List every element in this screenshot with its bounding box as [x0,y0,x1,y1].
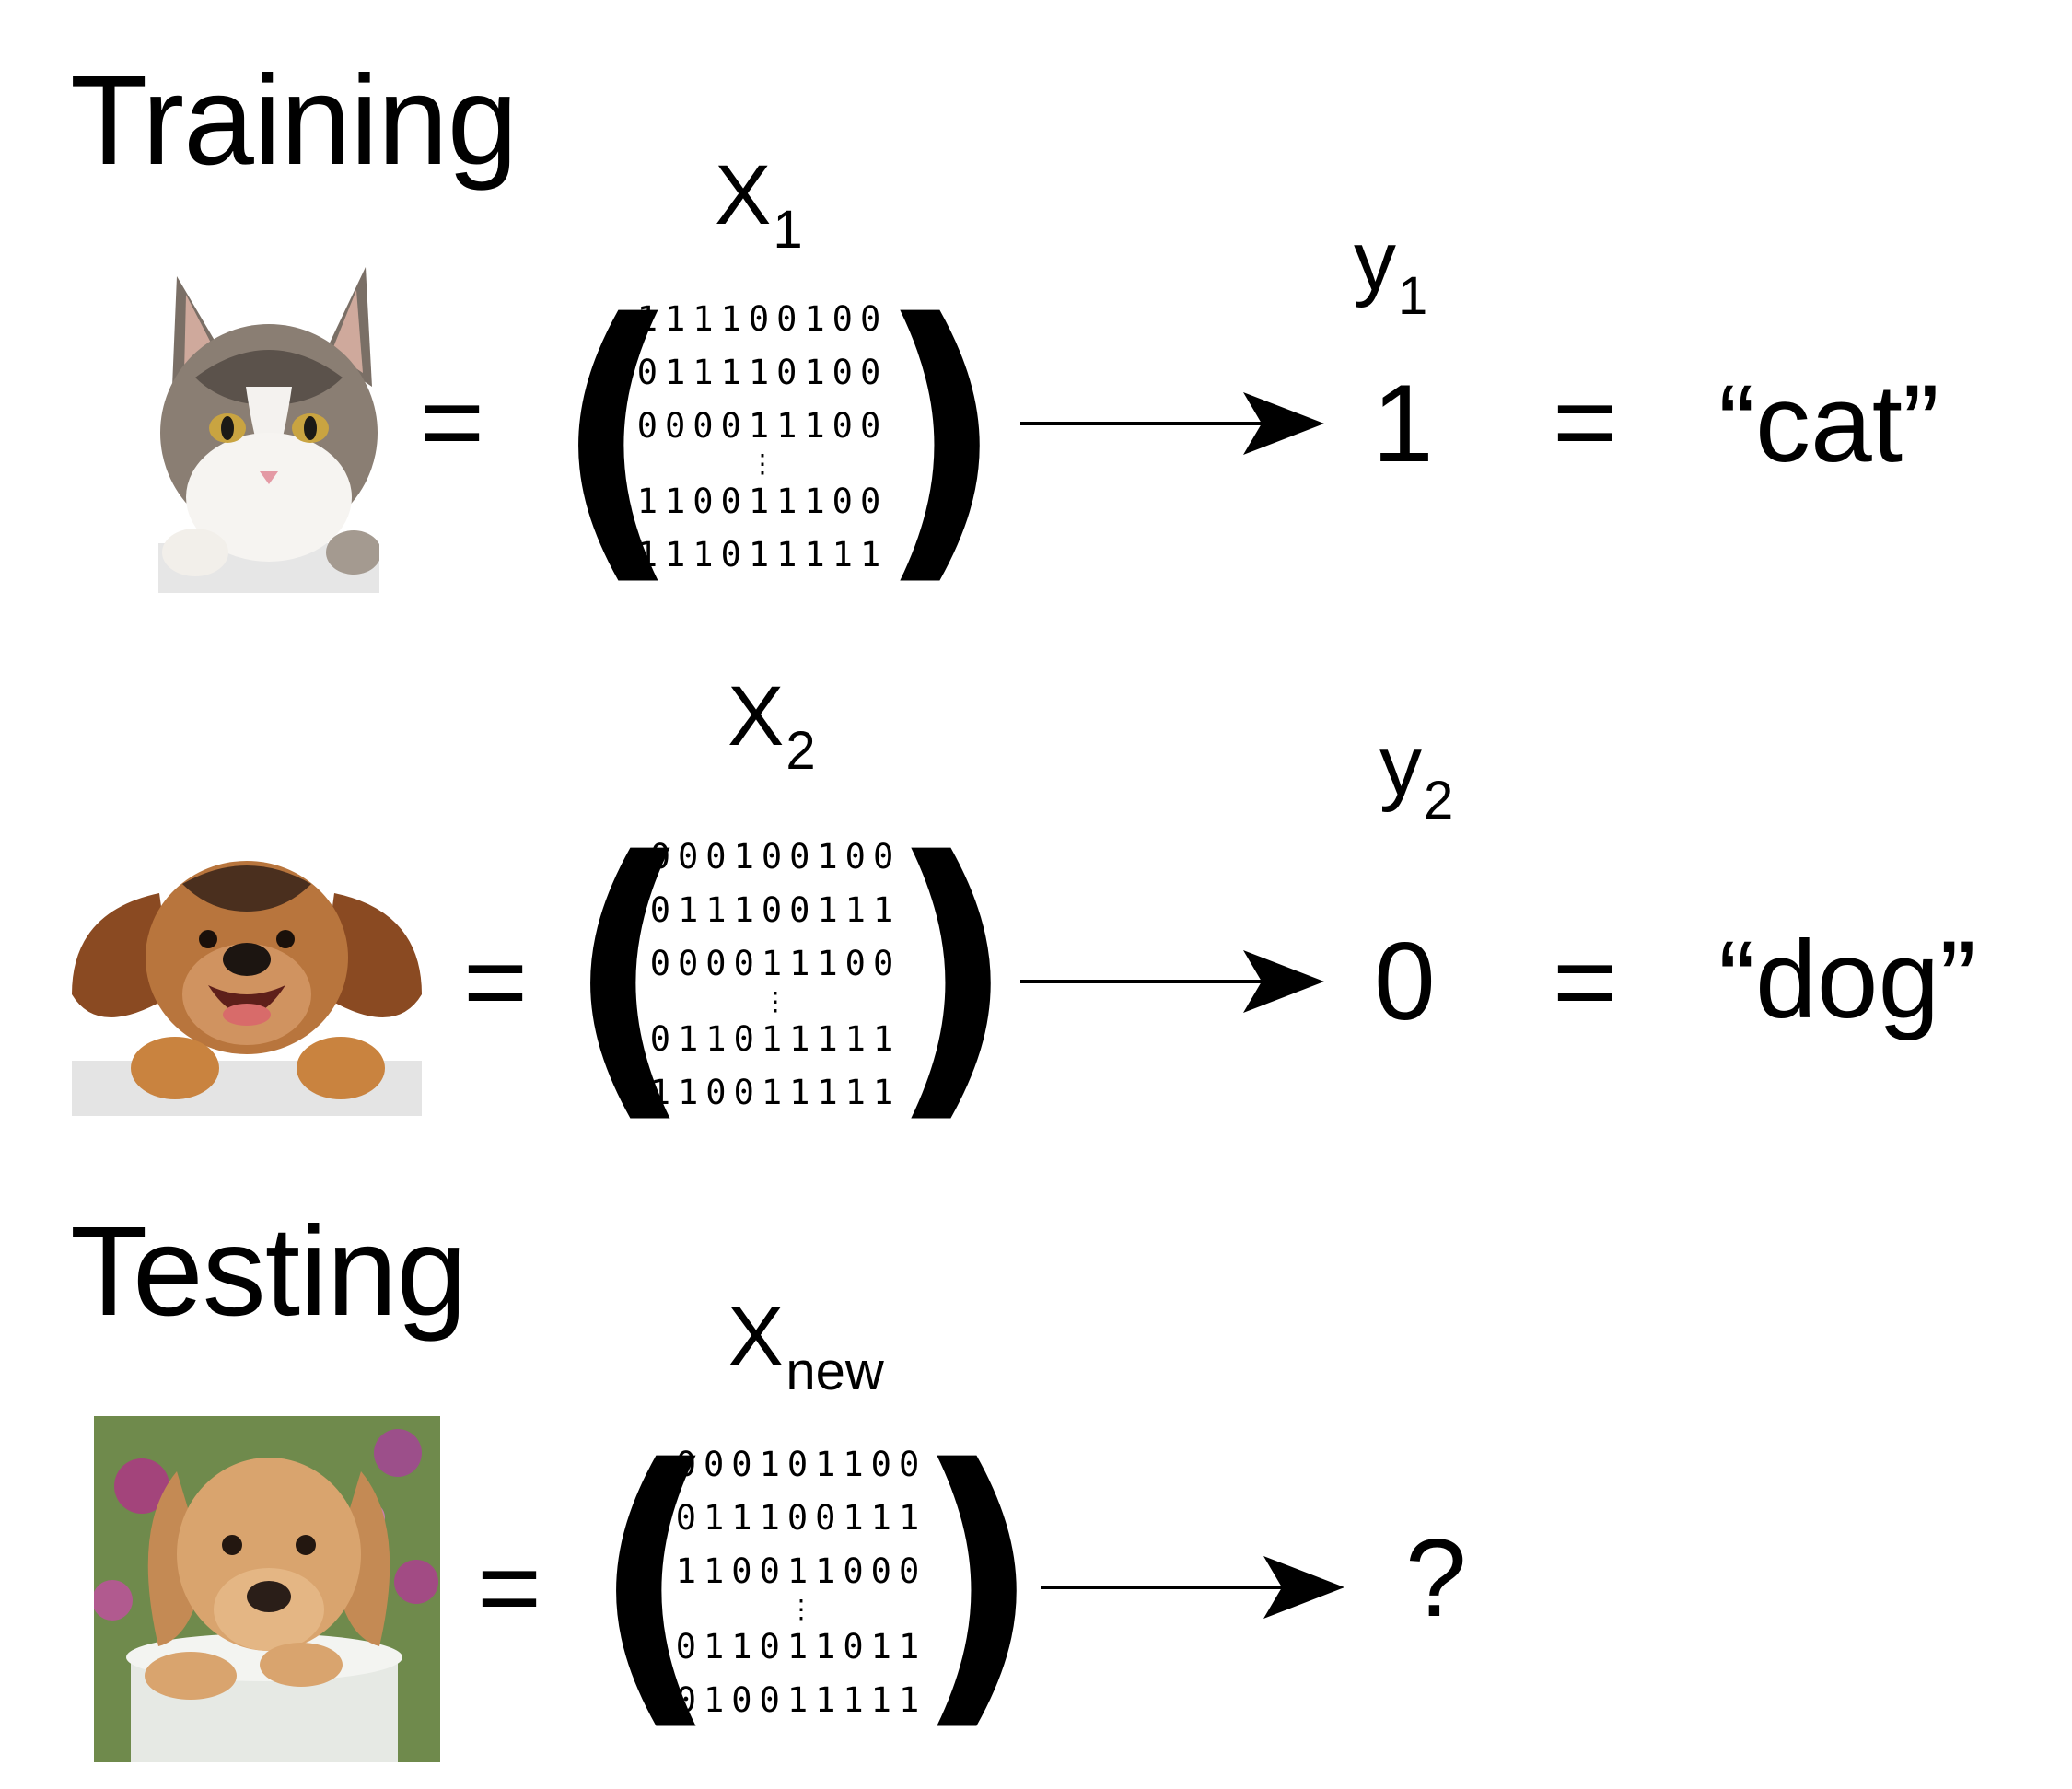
puppy-photo [94,1416,440,1762]
label-value: 0 [1374,920,1436,1043]
matrix-row: 011011111 [649,1019,902,1059]
pixel-matrix: 000101100 011100111 110011000 ⋮ 01101101… [663,1438,939,1727]
class-name: “dog” [1718,918,1977,1041]
matrix-row: 110011111 [649,1073,902,1112]
puppy-icon [94,1416,440,1762]
matrix-row: 011011011 [675,1627,927,1667]
dog-photo [72,856,422,1116]
matrix-right-bracket: ) [878,259,1004,612]
class-name: “cat” [1718,362,1939,485]
feature-vector-label: Xnew [728,1295,884,1399]
equals-sign: = [420,360,485,483]
matrix-row: 110011000 [675,1551,927,1591]
matrix-row: 110011100 [636,482,889,521]
matrix-row: 111100100 [636,299,889,339]
x-symbol: X [715,148,772,242]
dog-icon [72,861,422,1116]
arrow-icon [1020,945,1324,1018]
x-subscript: new [786,1342,884,1401]
matrix-row: 011100111 [649,890,902,930]
cat-photo [158,267,379,593]
unknown-label: ? [1405,1516,1467,1640]
y-symbol: y [1379,719,1422,813]
x-symbol: X [728,1290,785,1384]
matrix-row: 111011111 [636,535,889,575]
label-symbol: y1 [1354,219,1427,323]
matrix-right-bracket: ) [889,796,1015,1150]
equals-sign: = [1553,360,1618,483]
training-title: Training [70,50,518,192]
matrix-row: 000101100 [675,1445,927,1484]
testing-title: Testing [70,1201,467,1342]
pixel-matrix: 000100100 011100111 000011100 ⋮ 01101111… [637,831,914,1120]
arrow-icon [1020,387,1324,460]
matrix-row: 011100111 [675,1498,927,1538]
equals-sign: = [463,920,529,1043]
pixel-matrix: 111100100 011110100 000011100 ⋮ 11001110… [624,293,901,582]
arrow-icon [1041,1551,1344,1624]
feature-vector-label: X1 [715,153,803,257]
cat-icon [158,267,379,593]
vertical-ellipsis: ⋮ [788,1594,814,1624]
vertical-ellipsis: ⋮ [762,986,788,1016]
label-value: 1 [1372,362,1434,485]
matrix-row: 000011100 [649,944,902,983]
matrix-row: 010011111 [675,1680,927,1720]
feature-vector-label: X2 [728,674,816,778]
x-subscript: 2 [786,721,816,781]
y-subscript: 2 [1424,771,1454,831]
matrix-row: 011110100 [636,353,889,392]
matrix-row: 000100100 [649,837,902,877]
matrix-right-bracket: ) [914,1404,1041,1758]
x-symbol: X [728,669,785,763]
matrix-row: 000011100 [636,406,889,446]
vertical-ellipsis: ⋮ [750,448,775,479]
label-symbol: y2 [1379,724,1453,828]
equals-sign: = [477,1526,542,1649]
y-symbol: y [1354,215,1396,308]
x-subscript: 1 [773,200,803,260]
equals-sign: = [1553,920,1618,1043]
y-subscript: 1 [1398,266,1428,326]
